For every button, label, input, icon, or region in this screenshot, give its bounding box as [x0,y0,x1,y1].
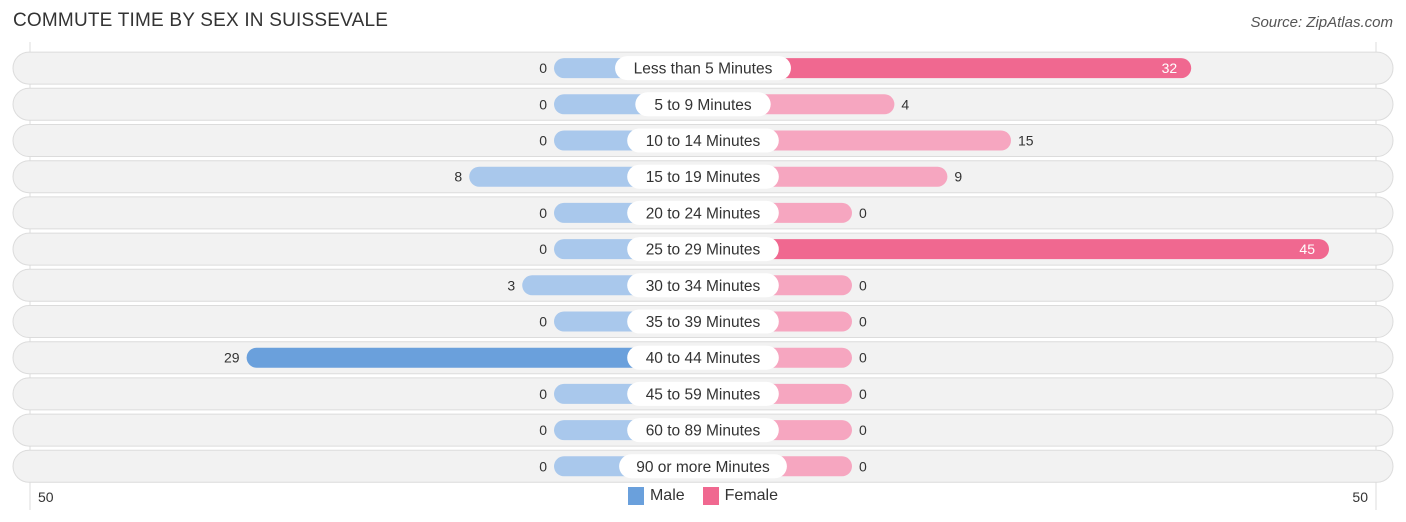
category-label: 60 to 89 Minutes [646,423,761,440]
legend-item-male: Male [627,487,685,505]
category-label: 20 to 24 Minutes [646,205,761,222]
legend-item-female: Female [702,487,779,505]
category-label: 15 to 19 Minutes [646,169,761,186]
value-label-female: 4 [901,96,909,112]
value-label-male: 0 [539,133,547,149]
value-label-male: 0 [539,386,547,402]
value-label-male: 29 [224,350,240,366]
value-label-female: 0 [859,458,867,474]
value-label-female: 0 [859,277,867,293]
value-label-female: 45 [1299,241,1315,257]
value-label-male: 0 [539,314,547,330]
legend-swatch-male [627,487,644,505]
value-label-male: 0 [539,241,547,257]
category-label: 35 to 39 Minutes [646,314,761,331]
value-label-male: 0 [539,458,547,474]
value-label-female: 15 [1018,133,1034,149]
legend-label-male: Male [649,487,685,504]
category-label: 30 to 34 Minutes [646,278,761,295]
category-label: Less than 5 Minutes [634,61,773,78]
category-label: 45 to 59 Minutes [646,386,761,403]
chart-area: Less than 5 Minutes 0 32 5 to 9 Minutes 0 4 10… [12,42,1394,510]
value-label-female: 0 [859,205,867,221]
value-label-female: 0 [859,422,867,438]
value-label-male: 8 [454,169,462,185]
category-label: 40 to 44 Minutes [646,350,761,367]
category-label: 25 to 29 Minutes [646,242,761,259]
value-label-female: 32 [1162,60,1178,76]
value-label-female: 9 [954,169,962,185]
category-label: 10 to 14 Minutes [646,133,761,150]
value-label-male: 0 [539,205,547,221]
bar-female [703,239,1329,260]
value-label-female: 0 [859,314,867,330]
value-label-male: 0 [539,96,547,112]
legend-label-female: Female [724,487,779,504]
value-label-female: 0 [859,350,867,366]
value-label-male: 0 [539,60,547,76]
value-label-female: 0 [859,386,867,402]
category-label: 5 to 9 Minutes [654,97,752,114]
legend-swatch-female [702,487,719,505]
legend: Male Female [0,487,1406,505]
value-label-male: 0 [539,422,547,438]
value-label-male: 3 [507,277,515,293]
category-label: 90 or more Minutes [636,459,770,476]
